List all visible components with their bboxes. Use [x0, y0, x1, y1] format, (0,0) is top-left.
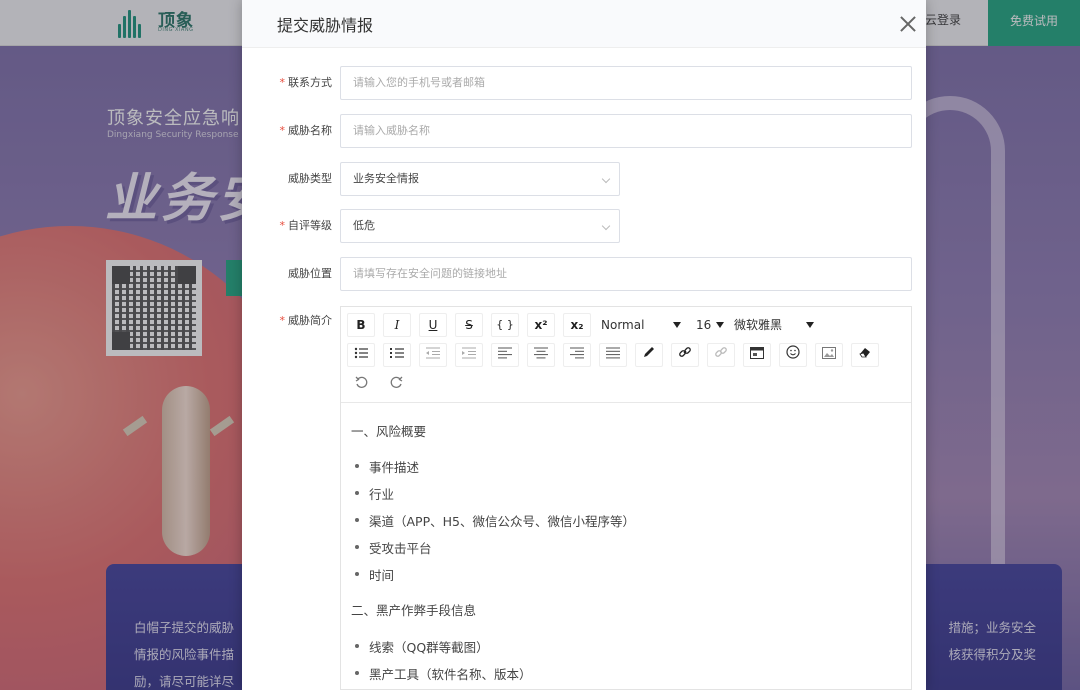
align-right-icon — [570, 347, 584, 359]
strikethrough-button[interactable]: S — [455, 313, 483, 337]
link-button[interactable] — [671, 343, 699, 367]
underline-button[interactable]: U — [419, 313, 447, 337]
emoji-button[interactable] — [779, 343, 807, 367]
align-justify-button[interactable] — [599, 343, 627, 367]
font-size-value: 16 — [696, 318, 712, 332]
modal-title: 提交威胁情报 — [277, 16, 374, 35]
italic-button[interactable]: I — [383, 313, 411, 337]
contact-label: * 联系方式 — [242, 66, 333, 100]
threat-type-select[interactable]: 业务安全情报 — [340, 162, 620, 196]
caret-down-icon — [806, 322, 814, 328]
font-size-select[interactable]: 16 — [696, 313, 724, 337]
list-item: 受攻击平台 — [355, 538, 432, 557]
align-center-icon — [534, 347, 548, 359]
text-color-button[interactable] — [635, 343, 663, 367]
caret-down-icon — [716, 322, 724, 328]
bullet-list-icon — [354, 347, 368, 359]
required-mark: * — [279, 219, 286, 232]
align-left-button[interactable] — [491, 343, 519, 367]
form-row-name: * 威胁名称 请输入威胁名称 — [242, 114, 926, 148]
subscript-button[interactable]: x₂ — [563, 313, 591, 337]
undo-button[interactable] — [347, 373, 375, 397]
font-family-select[interactable]: 微软雅黑 — [734, 313, 814, 337]
submit-threat-modal: 提交威胁情报 * 联系方式 请输入您的手机号或者邮箱 * 威胁名称 请输入威胁名称 … — [242, 0, 926, 690]
summary-label: * 威胁简介 — [242, 306, 333, 336]
name-label-text: 威胁名称 — [288, 124, 332, 137]
required-mark: * — [279, 76, 286, 89]
align-justify-icon — [606, 347, 620, 359]
level-label-text: 自评等级 — [288, 219, 332, 232]
self-rating-value: 低危 — [353, 219, 375, 232]
unlink-icon — [715, 347, 727, 357]
name-label: * 威胁名称 — [242, 114, 333, 148]
indent-icon — [462, 347, 476, 359]
indent-button[interactable] — [455, 343, 483, 367]
summary-label-text: 威胁简介 — [288, 314, 332, 327]
outdent-icon — [426, 347, 440, 359]
threat-type-value: 业务安全情报 — [353, 172, 419, 185]
content-heading: 二、黑产作弊手段信息 — [351, 603, 477, 618]
modal-header: 提交威胁情报 — [242, 0, 926, 48]
chevron-down-icon — [601, 174, 611, 184]
form-row-level: * 自评等级 低危 — [242, 209, 926, 243]
align-right-button[interactable] — [563, 343, 591, 367]
font-family-value: 微软雅黑 — [734, 318, 783, 332]
list-item: 渠道（APP、H5、微信公众号、微信小程序等） — [355, 511, 635, 530]
threat-name-input[interactable]: 请输入威胁名称 — [340, 114, 912, 148]
bullet-list-button[interactable] — [347, 343, 375, 367]
form-row-location: 威胁位置 请填写存在安全问题的链接地址 — [242, 257, 926, 291]
required-mark: * — [279, 124, 286, 137]
contact-label-text: 联系方式 — [288, 76, 332, 89]
redo-button[interactable] — [383, 373, 411, 397]
form-row-contact: * 联系方式 请输入您的手机号或者邮箱 — [242, 66, 926, 100]
outdent-button[interactable] — [419, 343, 447, 367]
required-mark: * — [279, 314, 286, 327]
close-icon[interactable] — [896, 12, 920, 36]
image-icon — [822, 347, 836, 359]
undo-icon — [355, 376, 368, 388]
self-rating-select[interactable]: 低危 — [340, 209, 620, 243]
smiley-icon — [786, 345, 800, 359]
form-row-type: 威胁类型 业务安全情报 — [242, 162, 926, 196]
list-item: 行业 — [355, 484, 394, 503]
clear-format-button[interactable] — [851, 343, 879, 367]
table-icon — [750, 347, 764, 359]
superscript-button[interactable]: x² — [527, 313, 555, 337]
eraser-icon — [859, 348, 870, 358]
location-label: 威胁位置 — [288, 267, 332, 280]
align-center-button[interactable] — [527, 343, 555, 367]
editor-toolbar: B I U S { } x² x₂ Normal 16 微软雅黑 — [341, 307, 911, 403]
redo-icon — [390, 376, 403, 388]
ordered-list-button[interactable] — [383, 343, 411, 367]
type-label: 威胁类型 — [288, 172, 332, 185]
link-icon — [679, 347, 691, 357]
level-label: * 自评等级 — [242, 209, 333, 243]
insert-table-button[interactable] — [743, 343, 771, 367]
heading-select[interactable]: Normal — [601, 313, 681, 337]
list-item: 线索（QQ群等截图） — [355, 637, 489, 656]
content-heading: 一、风险概要 — [351, 424, 427, 439]
caret-down-icon — [673, 322, 681, 328]
align-left-icon — [498, 347, 512, 359]
insert-image-button[interactable] — [815, 343, 843, 367]
list-item: 时间 — [355, 565, 394, 584]
contact-input[interactable]: 请输入您的手机号或者邮箱 — [340, 66, 912, 100]
ordered-list-icon — [390, 348, 404, 358]
unlink-button[interactable] — [707, 343, 735, 367]
bold-button[interactable]: B — [347, 313, 375, 337]
pen-icon — [644, 347, 654, 357]
list-item: 事件描述 — [355, 457, 419, 476]
list-item: 黑产工具（软件名称、版本） — [355, 664, 532, 683]
heading-select-value: Normal — [601, 318, 645, 332]
rich-text-editor: B I U S { } x² x₂ Normal 16 微软雅黑 一、风险概要 … — [340, 306, 912, 690]
chevron-down-icon — [601, 221, 611, 231]
threat-location-input[interactable]: 请填写存在安全问题的链接地址 — [340, 257, 912, 291]
code-button[interactable]: { } — [491, 313, 519, 337]
